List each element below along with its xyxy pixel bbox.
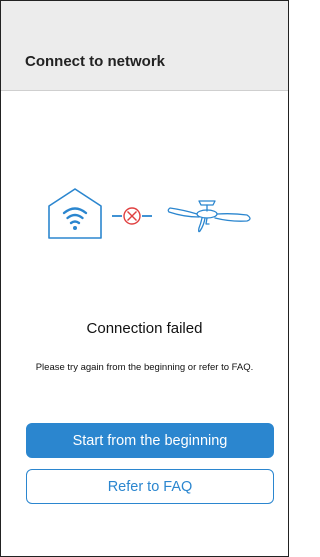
start-from-beginning-button[interactable]: Start from the beginning <box>26 423 274 458</box>
status-title: Connection failed <box>86 320 203 337</box>
home-wifi-icon <box>48 188 102 239</box>
close-circle-icon <box>123 207 141 225</box>
page-title: Connect to network <box>25 53 166 70</box>
refer-to-faq-button[interactable]: Refer to FAQ <box>26 469 274 504</box>
ceiling-fan-icon <box>167 200 251 233</box>
connection-illustration <box>1 181 288 261</box>
app-header: Connect to network <box>1 1 288 90</box>
header-divider <box>1 90 288 91</box>
status-message: Please try again from the beginning or r… <box>35 362 254 373</box>
screen: Connect to network Connection failed Ple… <box>0 0 289 557</box>
